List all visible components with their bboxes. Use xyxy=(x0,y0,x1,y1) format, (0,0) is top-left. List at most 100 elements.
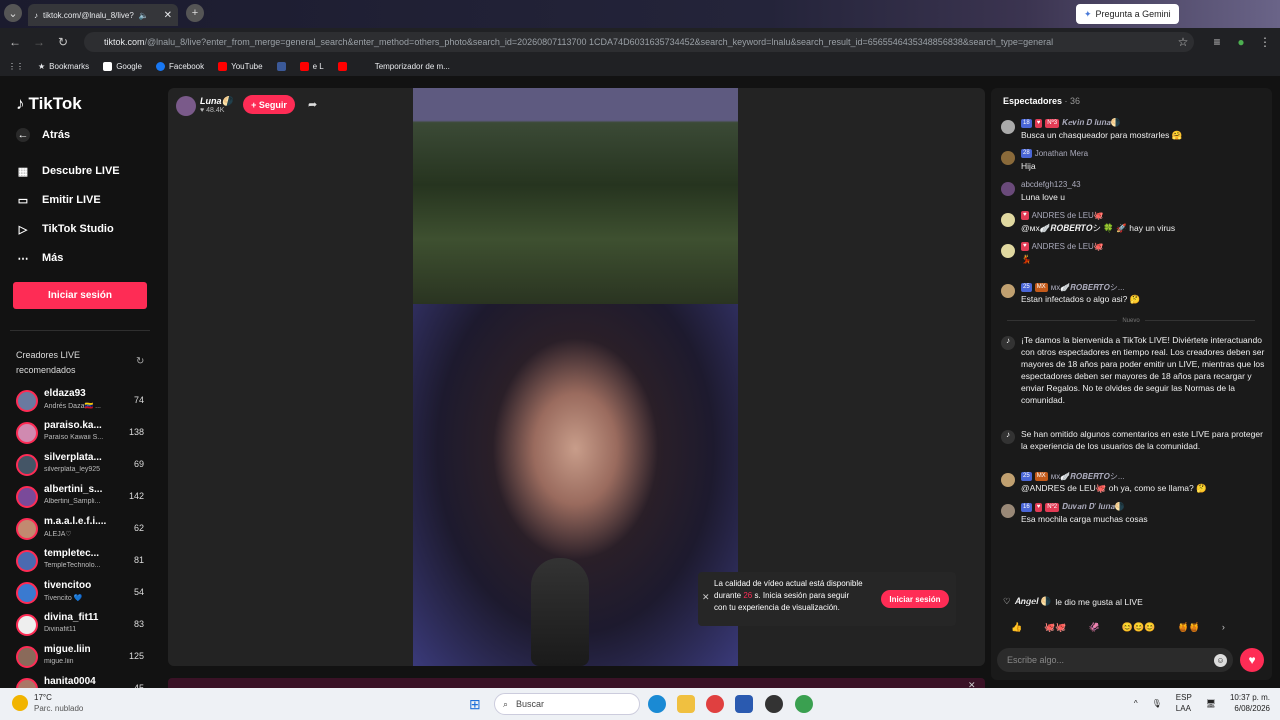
back-arrow-icon[interactable]: ← xyxy=(6,33,24,51)
chat-username[interactable]: 𝑫𝒖𝒗𝒂𝒏 𝑫' 𝒍𝒖𝒏𝒂🌗 xyxy=(1062,502,1125,512)
calendar-icon: ▦ xyxy=(17,165,29,178)
bookmark-item[interactable]: Temporizador de m... xyxy=(375,62,450,71)
close-icon[interactable]: ✕ xyxy=(702,592,710,603)
login-button[interactable]: Iniciar sesión xyxy=(13,282,147,309)
weather-widget[interactable]: 17°C Parc. nublado xyxy=(12,692,83,714)
close-tab-icon[interactable]: ✕ xyxy=(164,10,172,21)
tiktok-note-icon: ♪ xyxy=(1001,336,1015,350)
system-tray: ^ 🎙 ESP LAA 🖥 10:37 p. m. 6/08/2026 xyxy=(1134,692,1270,714)
tab-title: tiktok.com/@lnalu_8/live? xyxy=(43,10,134,20)
gift-item[interactable]: 🍯🍯 xyxy=(1177,622,1199,633)
gift-item[interactable]: 😊😊😊 xyxy=(1122,622,1156,633)
windows-start-icon[interactable]: ⊞ xyxy=(469,696,481,713)
creator-item[interactable]: silverplata... silverplata_ley925 69 xyxy=(16,452,150,480)
bookmark-item[interactable] xyxy=(276,61,286,71)
creator-item[interactable]: albertini_s... Albertini_Sampli... 142 xyxy=(16,484,150,512)
creator-item[interactable]: migue.liin migue.liin 125 xyxy=(16,644,150,672)
edge-icon[interactable] xyxy=(648,695,666,713)
sidebar: ♪ TikTok ← Atrás ▦ Descubre LIVE ▭ Emiti… xyxy=(0,76,160,688)
store-icon[interactable] xyxy=(735,695,753,713)
gift-item[interactable]: 🐙🐙 xyxy=(1044,622,1066,633)
chrome-active-icon[interactable] xyxy=(795,695,813,713)
creator-item[interactable]: divina_fit11 Divinafit11 83 xyxy=(16,612,150,640)
taskbar-search[interactable]: ⌕ Buscar xyxy=(494,693,640,715)
mute-icon[interactable]: 🔈 xyxy=(139,11,149,20)
tiktok-logo[interactable]: ♪ TikTok xyxy=(16,94,82,114)
chat-username[interactable]: ᴍx🪽𝑹𝑶𝑩𝑬𝑹𝑻𝑶シ... xyxy=(1051,282,1125,293)
like-heart-button[interactable]: ♥ xyxy=(1240,648,1264,672)
chat-username[interactable]: ᴍx🪽𝑹𝑶𝑩𝑬𝑹𝑻𝑶シ... xyxy=(1051,471,1125,482)
language-indicator[interactable]: ESP LAA xyxy=(1176,692,1192,714)
gameplay-video[interactable] xyxy=(413,88,738,304)
app-icon[interactable] xyxy=(765,695,783,713)
bookmark-item[interactable]: ★ Bookmarks xyxy=(38,62,89,71)
new-tab-icon[interactable]: + xyxy=(186,4,204,22)
creator-item[interactable]: paraiso.ka... Paraíso Kawaii S... 138 xyxy=(16,420,150,448)
sidebar-item-discover-live[interactable]: ▦ Descubre LIVE xyxy=(16,164,120,178)
google-icon xyxy=(103,61,113,71)
quality-notice: ✕ La calidad de vídeo actual está dispon… xyxy=(698,572,956,626)
emoji-icon[interactable]: ☺ xyxy=(1214,654,1227,667)
creator-item[interactable]: eldaza93 Andrés Daza🇻🇪 ... 74 xyxy=(16,388,150,416)
bookmark-star-icon[interactable]: ☆ xyxy=(1174,33,1192,51)
creator-item[interactable]: hanita0004 45 xyxy=(16,676,150,688)
chevron-up-icon[interactable]: ^ xyxy=(1134,698,1138,709)
youtube-icon xyxy=(337,61,347,71)
reload-icon[interactable]: ↻ xyxy=(54,33,72,51)
share-icon[interactable]: ➦ xyxy=(308,98,317,111)
chrome-icon[interactable] xyxy=(706,695,724,713)
apps-grid-icon[interactable]: ⋮⋮ xyxy=(8,62,24,71)
microphone-icon[interactable]: 🎙 xyxy=(1152,698,1162,709)
url-path: /@lnalu_8/live?enter_from_merge=general_… xyxy=(144,37,1054,47)
bookmark-item[interactable]: Google xyxy=(103,61,142,71)
extension-icon[interactable]: ● xyxy=(1232,33,1250,51)
address-bar[interactable]: tiktok.com/@lnalu_8/live?enter_from_merg… xyxy=(84,32,1194,52)
bookmark-item[interactable]: e L xyxy=(299,61,324,71)
creator-item[interactable]: templetec... TempleTechnolo... 81 xyxy=(16,548,150,576)
host-name[interactable]: Luna🌗 xyxy=(200,96,233,107)
creator-item[interactable]: tivencitoo Tivencito 💙 54 xyxy=(16,580,150,608)
follow-button[interactable]: + Seguir xyxy=(243,95,295,114)
media-icon[interactable]: ≡ xyxy=(1208,33,1226,51)
chat-username[interactable]: abcdefgh123_43 xyxy=(1021,180,1081,189)
url-host: tiktok.com xyxy=(104,37,145,47)
forward-arrow-icon[interactable]: → xyxy=(30,33,48,51)
gemini-button[interactable]: ✦ Pregunta a Gemini xyxy=(1076,4,1179,24)
weather-sun-icon xyxy=(12,695,28,711)
file-explorer-icon[interactable] xyxy=(677,695,695,713)
menu-icon[interactable]: ⋮ xyxy=(1256,33,1274,51)
sidebar-item-studio[interactable]: ▷ TikTok Studio xyxy=(16,222,114,236)
gift-item[interactable]: 👍 xyxy=(1011,622,1022,633)
chat-username[interactable]: ANDRES de LEU🐙 xyxy=(1032,242,1104,251)
browser-tab[interactable]: ♪ tiktok.com/@lnalu_8/live? 🔈 ✕ xyxy=(28,4,178,26)
refresh-icon[interactable]: ↻ xyxy=(136,356,144,367)
tab-search-icon[interactable]: ⌄ xyxy=(4,4,22,22)
chat-username[interactable]: ANDRES de LEU🐙 xyxy=(1032,211,1104,220)
sidebar-item-go-live[interactable]: ▭ Emitir LIVE xyxy=(16,193,101,207)
sidebar-item-more[interactable]: ⋯ Más xyxy=(16,251,64,265)
back-arrow-icon: ← xyxy=(16,128,30,142)
tiktok-note-icon: ♪ xyxy=(16,94,25,113)
avatar xyxy=(16,646,38,668)
bookmark-item[interactable]: Facebook xyxy=(155,61,204,71)
chevron-right-icon[interactable]: › xyxy=(1222,622,1225,632)
chat-username[interactable]: 𝑨𝒏𝒈𝒆𝒍 🌗 xyxy=(1015,596,1052,607)
chat-username[interactable]: Jonathan Mera xyxy=(1035,149,1088,158)
chat-username[interactable]: 𝑲𝒆𝒗𝒊𝒏 𝑫 𝒍𝒖𝒏𝒂🌗 xyxy=(1062,118,1121,128)
chat-input[interactable]: Escribe algo... xyxy=(997,648,1233,672)
clock[interactable]: 10:37 p. m. 6/08/2026 xyxy=(1230,692,1270,714)
bookmark-item[interactable] xyxy=(337,61,347,71)
back-link[interactable]: ← Atrás xyxy=(16,128,70,142)
creator-item[interactable]: m.a.a.l.e.f.i.... ALEJA♡ 62 xyxy=(16,516,150,544)
avatar xyxy=(1001,182,1015,196)
avatar xyxy=(1001,244,1015,258)
network-icon[interactable]: 🖥 xyxy=(1206,698,1216,709)
notice-login-button[interactable]: Iniciar sesión xyxy=(881,590,949,608)
avatar[interactable] xyxy=(176,96,196,116)
tiktok-note-icon: ♪ xyxy=(1001,430,1015,444)
recommended-creators-title: Creadores LIVE recomendados xyxy=(16,350,81,375)
star-icon: ★ xyxy=(38,61,46,71)
bookmark-item[interactable]: YouTube xyxy=(218,61,263,71)
gift-item[interactable]: 🦑 xyxy=(1089,622,1100,633)
avatar xyxy=(16,518,38,540)
